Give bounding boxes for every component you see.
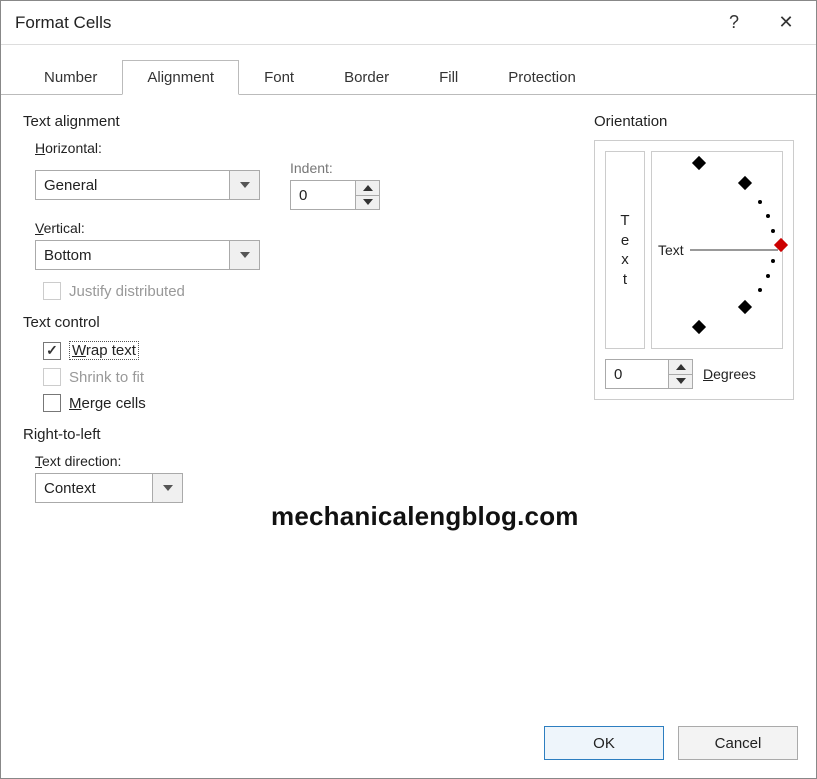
tab-protection[interactable]: Protection — [483, 60, 601, 95]
shrink-to-fit-row: Shrink to fit — [43, 368, 594, 386]
diamond-icon — [738, 176, 752, 190]
tab-number[interactable]: Number — [19, 60, 122, 95]
justify-distributed-checkbox — [43, 282, 61, 300]
tab-font[interactable]: Font — [239, 60, 319, 95]
merge-cells-checkbox[interactable] — [43, 394, 61, 412]
indent-value: 0 — [291, 181, 355, 209]
left-column: Text alignment Horizontal: General Inden… — [23, 109, 594, 710]
merge-cells-row: Merge cells — [43, 394, 594, 412]
orientation-vertical[interactable]: T e x t — [605, 151, 645, 349]
tab-alignment[interactable]: Alignment — [122, 60, 239, 95]
indent-up[interactable] — [355, 181, 379, 196]
tab-fill[interactable]: Fill — [414, 60, 483, 95]
diamond-icon — [692, 156, 706, 170]
content-area: Text alignment Horizontal: General Inden… — [1, 95, 816, 714]
text-direction-value: Context — [36, 480, 152, 497]
dialog-buttons: OK Cancel — [1, 714, 816, 778]
text-alignment-group: Text alignment — [23, 113, 594, 130]
dot-icon — [766, 274, 770, 278]
dial-text: Text — [658, 242, 684, 258]
degrees-spinner[interactable]: 0 — [605, 359, 693, 389]
help-icon[interactable]: ? — [708, 4, 760, 42]
indent-spinner[interactable]: 0 — [290, 180, 380, 210]
indent-label: Indent: — [290, 160, 380, 176]
horizontal-label: Horizontal: — [35, 140, 594, 156]
justify-distributed-label: Justify distributed — [69, 283, 185, 300]
text-direction-select[interactable]: Context — [35, 473, 183, 503]
wrap-text-row: ✓ Wrap text — [43, 341, 594, 360]
orientation-dial[interactable]: Text — [651, 151, 783, 349]
ok-button[interactable]: OK — [544, 726, 664, 760]
wrap-text-checkbox[interactable]: ✓ — [43, 342, 61, 360]
horizontal-value: General — [36, 177, 229, 194]
horizontal-select[interactable]: General — [35, 170, 260, 200]
tabs: Number Alignment Font Border Fill Protec… — [1, 45, 816, 95]
wrap-text-label[interactable]: Wrap text — [69, 341, 139, 360]
indent-down[interactable] — [355, 196, 379, 210]
degrees-down[interactable] — [668, 375, 692, 389]
chevron-down-icon[interactable] — [229, 171, 259, 199]
dialog-title: Format Cells — [15, 13, 111, 33]
orientation-degrees-row: 0 Degrees — [605, 359, 783, 389]
vertical-value: Bottom — [36, 247, 229, 264]
diamond-icon — [738, 300, 752, 314]
shrink-to-fit-checkbox — [43, 368, 61, 386]
merge-cells-label[interactable]: Merge cells — [69, 395, 146, 412]
orientation-box: T e x t Text — [594, 140, 794, 400]
text-direction-label: Text direction: — [35, 453, 594, 469]
degrees-value: 0 — [606, 360, 668, 388]
dot-icon — [758, 288, 762, 292]
dot-icon — [766, 214, 770, 218]
titlebar: Format Cells ? ✕ — [1, 1, 816, 45]
vertical-label: Vertical: — [35, 220, 594, 236]
shrink-to-fit-label: Shrink to fit — [69, 369, 144, 386]
orientation-group: Orientation — [594, 113, 794, 130]
degrees-label: Degrees — [703, 366, 756, 382]
right-column: Orientation T e x t Text — [594, 109, 794, 710]
orientation-preview: T e x t Text — [605, 151, 783, 349]
justify-distributed-row: Justify distributed — [43, 282, 594, 300]
chevron-down-icon[interactable] — [229, 241, 259, 269]
diamond-icon — [692, 320, 706, 334]
watermark: mechanicalengblog.com — [271, 501, 579, 532]
dot-icon — [771, 259, 775, 263]
dial-line — [690, 250, 778, 251]
dot-icon — [771, 229, 775, 233]
rtl-group: Right-to-left — [23, 426, 594, 443]
close-icon[interactable]: ✕ — [760, 4, 812, 42]
format-cells-dialog: Format Cells ? ✕ Number Alignment Font B… — [0, 0, 817, 779]
dot-icon — [758, 200, 762, 204]
tab-border[interactable]: Border — [319, 60, 414, 95]
text-control-group: Text control — [23, 314, 594, 331]
cancel-button[interactable]: Cancel — [678, 726, 798, 760]
chevron-down-icon[interactable] — [152, 474, 182, 502]
degrees-up[interactable] — [668, 360, 692, 375]
vertical-select[interactable]: Bottom — [35, 240, 260, 270]
